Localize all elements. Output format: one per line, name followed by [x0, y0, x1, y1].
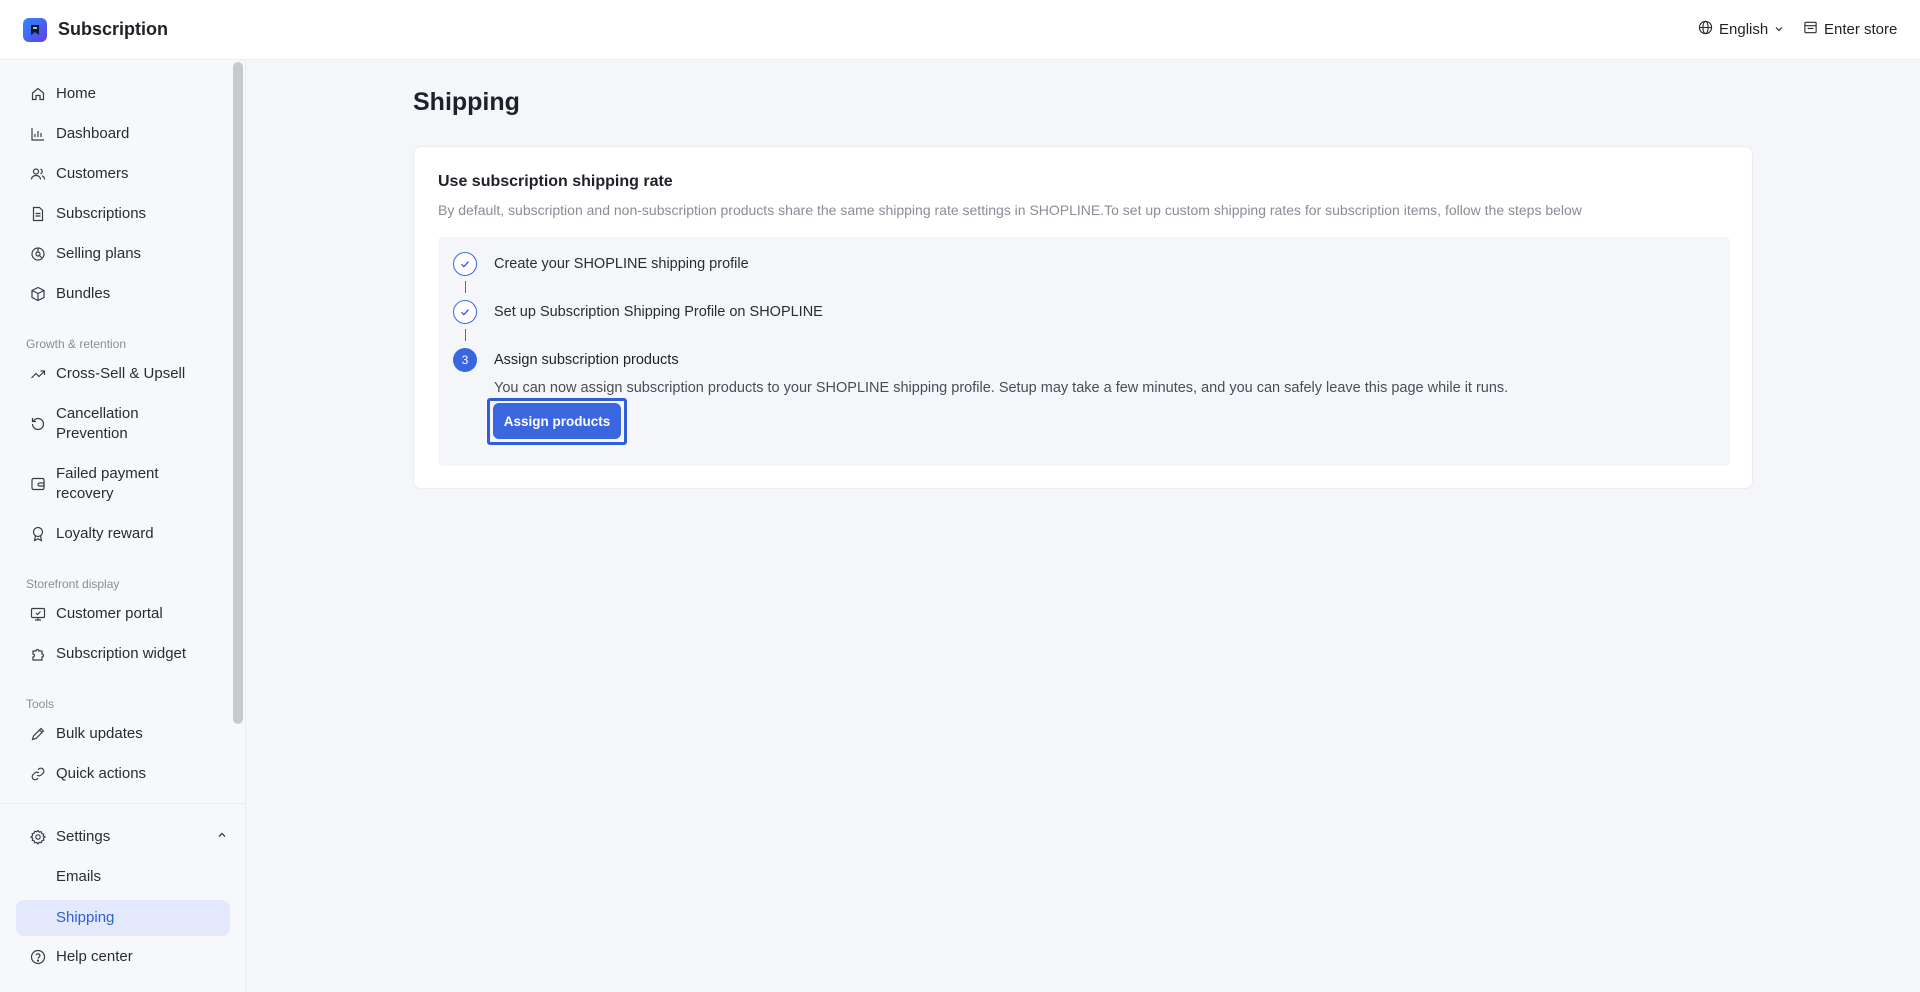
sidebar-item-label: Selling plans — [56, 245, 142, 262]
sidebar-item-customer-portal[interactable]: Customer portal — [16, 596, 230, 632]
wallet-icon — [16, 476, 56, 492]
step-3-label: Assign subscription products — [494, 352, 679, 368]
section-label-growth: Growth & retention — [26, 337, 127, 351]
sidebar-item-label: Customers — [56, 165, 129, 182]
language-selector[interactable]: English — [1698, 20, 1784, 39]
sidebar-item-bulk-updates[interactable]: Bulk updates — [16, 716, 230, 752]
language-label: English — [1719, 21, 1769, 38]
sidebar-item-label: Loyalty reward — [56, 525, 154, 542]
sidebar-item-label: Quick actions — [56, 765, 147, 782]
check-icon — [453, 300, 477, 324]
page-title: Shipping — [413, 88, 520, 116]
sidebar-item-label: Shipping — [56, 909, 115, 926]
steps-panel: Create your SHOPLINE shipping profile Se… — [438, 237, 1730, 466]
step-number-badge: 3 — [453, 348, 477, 372]
sidebar-item-shipping[interactable]: Shipping — [16, 900, 230, 936]
home-icon — [16, 86, 56, 102]
help-icon — [16, 949, 56, 965]
sidebar-divider — [0, 803, 246, 804]
sidebar-scrollbar[interactable] — [233, 62, 243, 724]
sidebar-item-label: Bulk updates — [56, 725, 143, 742]
top-bar: Subscription English Enter store — [0, 0, 1920, 60]
sidebar-item-label: Help center — [56, 948, 133, 965]
sidebar-item-label: Settings — [56, 828, 111, 845]
puzzle-icon — [16, 646, 56, 662]
globe-icon — [1698, 20, 1713, 39]
enter-store-button[interactable]: Enter store — [1803, 20, 1897, 39]
sidebar-item-quick-actions[interactable]: Quick actions — [16, 756, 230, 792]
sidebar-item-label: Cross-Sell & Upsell — [56, 365, 186, 382]
chevron-down-icon — [1774, 21, 1784, 38]
sidebar-item-loyalty-reward[interactable]: Loyalty reward — [16, 516, 230, 552]
app-title: Subscription — [58, 19, 169, 39]
pencil-icon — [16, 726, 56, 742]
sidebar-item-label: Emails — [56, 868, 102, 885]
section-label-tools: Tools — [26, 697, 55, 711]
sidebar-item-label: Customer portal — [56, 605, 163, 622]
sidebar-item-customers[interactable]: Customers — [16, 156, 230, 192]
sidebar-item-help-center[interactable]: Help center — [16, 939, 230, 975]
sidebar-item-label: Dashboard — [56, 125, 130, 142]
step-3-description: You can now assign subscription products… — [494, 380, 1509, 396]
sidebar-item-settings[interactable]: Settings — [16, 819, 230, 855]
refresh-icon — [16, 416, 56, 432]
sidebar-item-cross-sell[interactable]: Cross-Sell & Upsell — [16, 356, 230, 392]
sidebar-item-bundles[interactable]: Bundles — [16, 276, 230, 312]
enter-store-label: Enter store — [1824, 21, 1898, 38]
sidebar-item-cancellation-prevention[interactable]: Cancellation Prevention — [16, 400, 230, 448]
card-title: Use subscription shipping rate — [438, 173, 673, 190]
card-description: By default, subscription and non-subscri… — [438, 202, 1582, 218]
award-icon — [16, 526, 56, 542]
sidebar-item-label: Subscription widget — [56, 645, 187, 662]
link-icon — [16, 766, 56, 782]
sidebar-item-label: Home — [56, 85, 97, 102]
assign-products-button[interactable]: Assign products — [493, 403, 621, 439]
app-logo-icon — [23, 18, 47, 42]
sidebar-item-label: Bundles — [56, 285, 111, 302]
box-icon — [16, 286, 56, 302]
step-connector — [465, 281, 466, 293]
sidebar-item-subscriptions[interactable]: Subscriptions — [16, 196, 230, 232]
sidebar-item-label: Failed payment recovery — [56, 465, 159, 502]
step-1-label: Create your SHOPLINE shipping profile — [494, 256, 749, 272]
sidebar-item-dashboard[interactable]: Dashboard — [16, 116, 230, 152]
store-icon — [1803, 20, 1818, 39]
chevron-up-icon — [216, 828, 228, 846]
check-icon — [453, 252, 477, 276]
document-icon — [16, 206, 56, 222]
portal-icon — [16, 606, 56, 622]
sidebar-item-label: Subscriptions — [56, 205, 147, 222]
step-2-label: Set up Subscription Shipping Profile on … — [494, 304, 823, 320]
chart-icon — [16, 126, 56, 142]
sidebar-item-emails[interactable]: Emails — [16, 859, 230, 895]
section-label-storefront: Storefront display — [26, 577, 120, 591]
sidebar-item-subscription-widget[interactable]: Subscription widget — [16, 636, 230, 672]
trend-up-icon — [16, 366, 56, 382]
sidebar-item-failed-payment[interactable]: Failed payment recovery — [16, 460, 230, 508]
sidebar-item-label: Cancellation Prevention — [56, 405, 139, 442]
plans-icon — [16, 246, 56, 262]
step-connector — [465, 329, 466, 341]
shipping-rate-card: Use subscription shipping rate By defaul… — [413, 146, 1753, 489]
sidebar-item-home[interactable]: Home — [16, 76, 230, 112]
sidebar-item-selling-plans[interactable]: Selling plans — [16, 236, 230, 272]
gear-icon — [16, 829, 56, 845]
users-icon — [16, 166, 56, 182]
